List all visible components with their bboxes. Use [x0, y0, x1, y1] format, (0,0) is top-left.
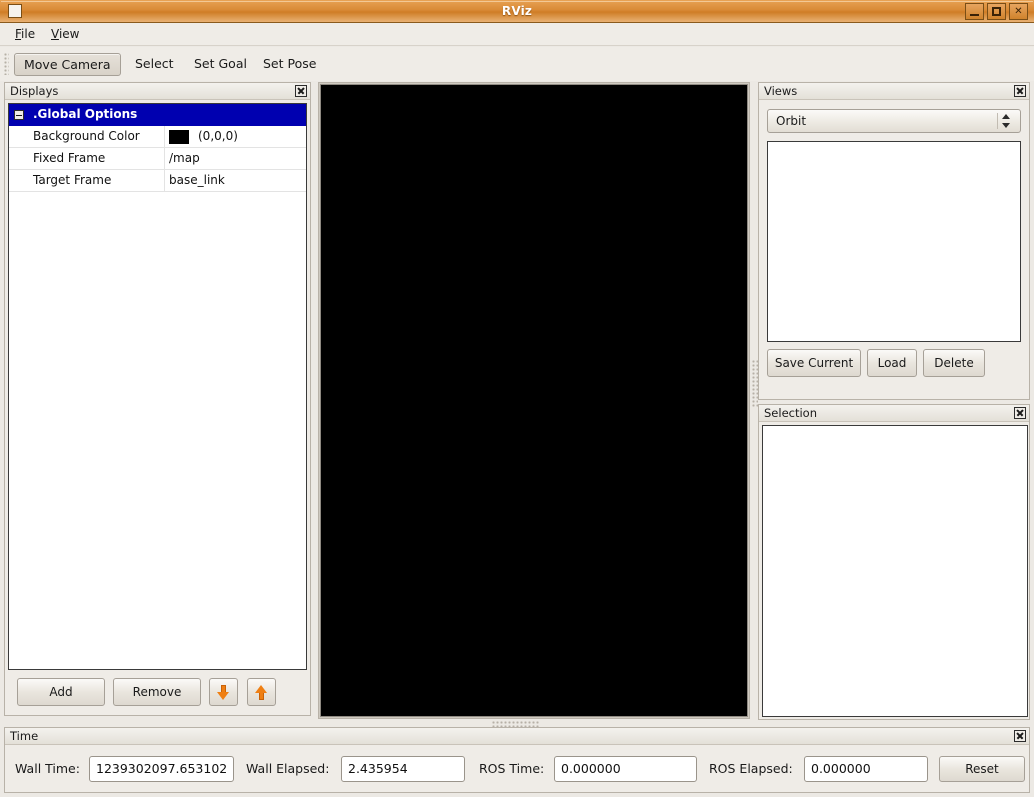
selection-close-icon[interactable]	[1014, 407, 1026, 419]
property-value-background-color: (0,0,0)	[198, 126, 238, 147]
ros-time-input[interactable]: 0.000000	[554, 756, 697, 782]
selection-list[interactable]	[762, 425, 1028, 717]
displays-close-icon[interactable]	[295, 85, 307, 97]
views-panel-titlebar: Views	[759, 83, 1029, 100]
rviz-main-window: RViz ✕ File View Move Camera Select Set …	[0, 0, 1034, 797]
menu-view-label-rest: iew	[59, 27, 80, 41]
property-name-fixed-frame: Fixed Frame	[33, 148, 105, 169]
add-display-button[interactable]: Add	[17, 678, 105, 706]
toolbar-drag-handle[interactable]	[4, 53, 9, 75]
background-color-swatch[interactable]	[169, 130, 189, 144]
ros-elapsed-input[interactable]: 0.000000	[804, 756, 928, 782]
tool-set-goal[interactable]: Set Goal	[185, 53, 256, 76]
time-panel-titlebar: Time	[5, 728, 1029, 745]
minimize-icon	[970, 14, 979, 16]
property-value-fixed-frame[interactable]: /map	[169, 148, 200, 169]
save-current-view-button[interactable]: Save Current	[767, 349, 861, 377]
3d-render-view[interactable]	[320, 84, 748, 717]
move-up-button[interactable]	[247, 678, 276, 706]
time-close-icon[interactable]	[1014, 730, 1026, 742]
ros-time-label: ROS Time:	[479, 761, 544, 777]
views-panel: Views Orbit Save Current Load Delete	[758, 82, 1030, 400]
saved-views-list[interactable]	[767, 141, 1021, 342]
window-title: RViz	[0, 0, 1034, 22]
tool-select[interactable]: Select	[126, 53, 183, 76]
selection-panel-titlebar: Selection	[759, 405, 1029, 422]
table-row[interactable]: Fixed Frame /map	[9, 148, 306, 170]
property-value-target-frame[interactable]: base_link	[169, 170, 225, 191]
ros-elapsed-label: ROS Elapsed:	[709, 761, 793, 777]
minimize-button[interactable]	[965, 3, 984, 20]
window-titlebar[interactable]: RViz ✕	[0, 0, 1034, 23]
menu-view[interactable]: View	[44, 26, 86, 43]
wall-time-value: 1239302097.653102	[96, 757, 227, 781]
tool-move-camera[interactable]: Move Camera	[14, 53, 121, 76]
move-down-icon	[216, 684, 231, 701]
selection-panel-title: Selection	[764, 405, 817, 421]
close-icon: ✕	[1010, 4, 1027, 19]
remove-display-button[interactable]: Remove	[113, 678, 201, 706]
column-divider	[164, 126, 165, 147]
tool-set-pose[interactable]: Set Pose	[254, 53, 325, 76]
time-fields-row: Wall Time: 1239302097.653102 Wall Elapse…	[5, 747, 1029, 793]
view-type-value: Orbit	[776, 110, 806, 132]
displays-button-bar: Add Remove	[8, 678, 307, 710]
spinner-arrows-icon	[997, 113, 1014, 129]
views-panel-title: Views	[764, 83, 797, 99]
wall-elapsed-value: 2.435954	[348, 757, 408, 781]
menu-file[interactable]: File	[8, 26, 42, 43]
wall-time-input[interactable]: 1239302097.653102	[89, 756, 234, 782]
maximize-button[interactable]	[987, 3, 1006, 20]
menubar: File View	[0, 23, 1034, 46]
ros-time-value: 0.000000	[561, 757, 621, 781]
render-view-frame	[318, 82, 750, 719]
load-view-button[interactable]: Load	[867, 349, 917, 377]
column-divider	[164, 148, 165, 169]
maximize-icon	[992, 7, 1001, 16]
table-row[interactable]: Background Color (0,0,0)	[9, 126, 306, 148]
ros-elapsed-value: 0.000000	[811, 757, 871, 781]
views-close-icon[interactable]	[1014, 85, 1026, 97]
time-panel: Time Wall Time: 1239302097.653102 Wall E…	[4, 727, 1030, 793]
wall-elapsed-input[interactable]: 2.435954	[341, 756, 465, 782]
property-name-background-color: Background Color	[33, 126, 140, 147]
property-name-target-frame: Target Frame	[33, 170, 111, 191]
tree-group-global-options[interactable]: .Global Options	[9, 104, 306, 126]
move-down-button[interactable]	[209, 678, 238, 706]
displays-tree[interactable]: .Global Options Background Color (0,0,0)…	[8, 103, 307, 670]
menu-file-label-rest: ile	[21, 27, 35, 41]
view-type-select[interactable]: Orbit	[767, 109, 1021, 133]
collapse-icon[interactable]	[14, 110, 24, 120]
selection-panel: Selection	[758, 404, 1030, 720]
delete-view-button[interactable]: Delete	[923, 349, 985, 377]
tree-group-label: .Global Options	[33, 104, 137, 125]
toolbar: Move Camera Select Set Goal Set Pose	[0, 47, 1034, 81]
wall-elapsed-label: Wall Elapsed:	[246, 761, 329, 777]
time-panel-title: Time	[10, 728, 38, 744]
displays-panel-title: Displays	[10, 83, 58, 99]
wall-time-label: Wall Time:	[15, 761, 80, 777]
reset-button[interactable]: Reset	[939, 756, 1025, 782]
window-controls: ✕	[965, 3, 1028, 20]
close-button[interactable]: ✕	[1009, 3, 1028, 20]
table-row[interactable]: Target Frame base_link	[9, 170, 306, 192]
displays-panel: Displays .Global Options Background Colo…	[4, 82, 311, 716]
displays-panel-titlebar: Displays	[5, 83, 310, 100]
column-divider	[164, 170, 165, 191]
move-up-icon	[254, 684, 269, 701]
